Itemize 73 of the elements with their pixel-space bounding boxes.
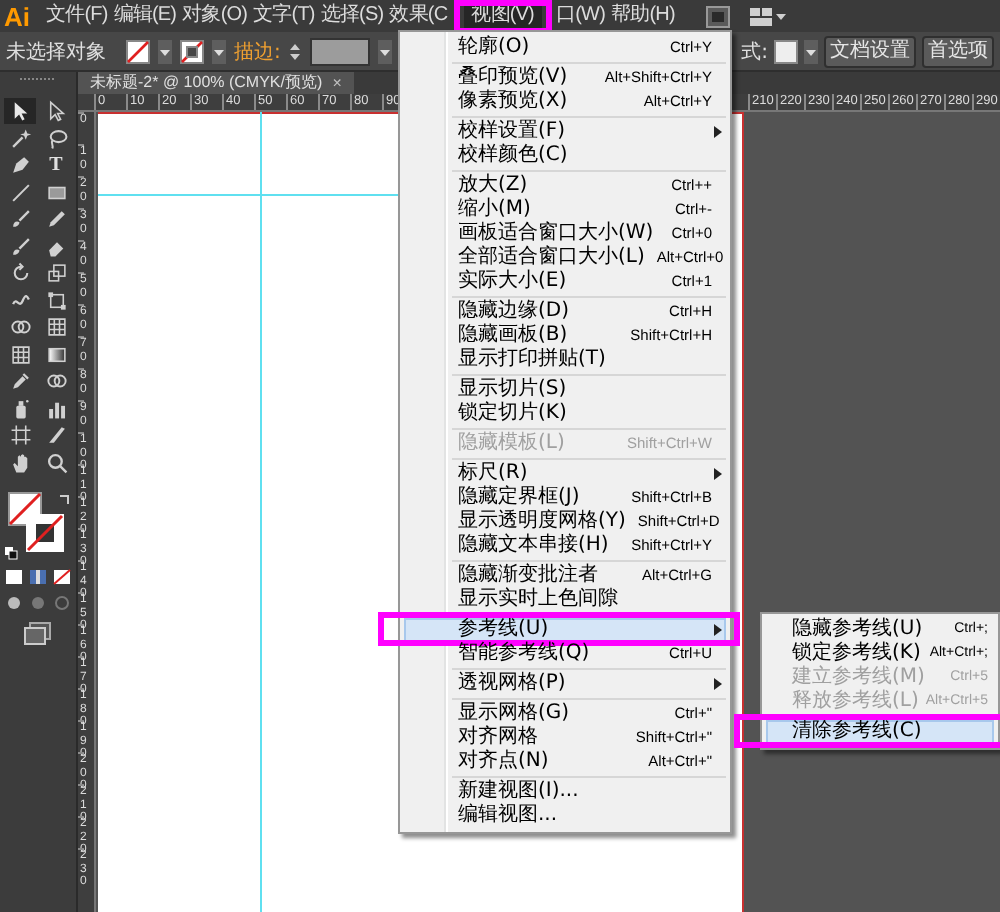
pencil-icon [45, 208, 67, 230]
knife-icon [45, 424, 67, 446]
bar-chart-icon [45, 397, 67, 419]
menu-title[interactable]: 口(W) [554, 2, 607, 30]
menu-item[interactable]: 清除参考线(C) [766, 720, 994, 744]
stroke-swatch[interactable] [26, 514, 64, 552]
arrow-icon [9, 100, 31, 122]
selection-status: 未选择对象 [6, 39, 106, 65]
menu-item[interactable]: 显示打印拼贴(T) [404, 348, 726, 372]
dropdown-caret-icon[interactable] [378, 39, 393, 63]
tool-button[interactable] [4, 98, 36, 124]
draw-normal-icon[interactable] [4, 594, 24, 612]
grid-icon [9, 343, 31, 365]
menu-title[interactable]: 对象(O) [180, 2, 250, 30]
hand-icon [9, 451, 31, 473]
warp-icon [9, 289, 31, 311]
menu-item[interactable]: 透视网格(P) [404, 672, 726, 696]
menu-title[interactable]: 帮助(H) [609, 2, 677, 30]
line-icon [9, 181, 31, 203]
pen-icon [9, 154, 31, 176]
app-logo: Ai [4, 1, 32, 31]
menu-item[interactable]: 标尺(R) [404, 462, 726, 486]
dropdown-caret-icon[interactable] [212, 39, 226, 63]
layout-icon[interactable] [750, 5, 787, 27]
wand-icon [9, 127, 31, 149]
menu-item[interactable]: 校样颜色(C) [404, 144, 726, 168]
stroke-weight-field[interactable] [310, 37, 371, 65]
toolbar-button[interactable]: 文档设置 [824, 35, 916, 67]
eyedropper-icon [9, 370, 31, 392]
gradient-icon [45, 343, 67, 365]
grid-icon [45, 316, 67, 338]
brush-icon [9, 235, 31, 257]
type-tool[interactable]: T [40, 152, 72, 178]
grip-icon[interactable] [18, 76, 58, 82]
menu-item[interactable]: 新建视图(I)... [404, 780, 726, 804]
dropdown-caret-icon[interactable] [158, 39, 172, 63]
screen-mode-icon[interactable] [24, 622, 52, 646]
menu-item[interactable]: 锁定切片(K) [404, 402, 726, 426]
toolbar-button[interactable]: 首选项 [922, 35, 994, 67]
zoom-icon [45, 451, 67, 473]
none-icon[interactable] [52, 568, 72, 586]
bridge-icon[interactable] [706, 5, 731, 27]
spinner-icon[interactable] [288, 39, 303, 63]
rectangle-icon [45, 181, 67, 203]
artboard-icon [9, 424, 31, 446]
menu-title[interactable]: 文字(T) [251, 2, 317, 30]
dropdown-caret-icon[interactable] [804, 39, 818, 63]
menu-item[interactable]: 显示切片(S) [404, 378, 726, 402]
style-label: 式: [741, 39, 768, 65]
outline-arrow-icon [45, 100, 67, 122]
circles-icon [9, 316, 31, 338]
menu-item[interactable]: 校样设置(F) [404, 120, 726, 144]
menu-item[interactable]: 编辑视图... [404, 804, 726, 828]
menu-item[interactable]: 参考线(U) [404, 618, 726, 642]
menu-title[interactable]: 效果(C [387, 2, 450, 30]
menu-item[interactable]: 显示实时上色间隙 [404, 588, 726, 612]
menu-title[interactable]: 编辑(E) [111, 2, 179, 30]
brush-icon [9, 208, 31, 230]
transform-icon [45, 289, 67, 311]
lasso-icon [45, 127, 67, 149]
menu-title[interactable]: 选择(S) [318, 2, 386, 30]
stroke-swatch[interactable] [180, 39, 204, 63]
gradient-icon[interactable] [28, 568, 48, 586]
menu-title[interactable]: 文件(F) [44, 2, 110, 30]
document-tab[interactable]: 未标题-2* @ 100% (CMYK/预览) × [78, 72, 354, 94]
circles-icon [45, 370, 67, 392]
fill-swatch[interactable] [126, 39, 150, 63]
scale-icon [45, 262, 67, 284]
rotate-icon [9, 262, 31, 284]
color-icon[interactable] [4, 568, 24, 586]
style-swatch[interactable] [774, 39, 798, 63]
default-colors-icon[interactable] [4, 546, 18, 560]
stroke-label: 描边: [234, 39, 281, 65]
